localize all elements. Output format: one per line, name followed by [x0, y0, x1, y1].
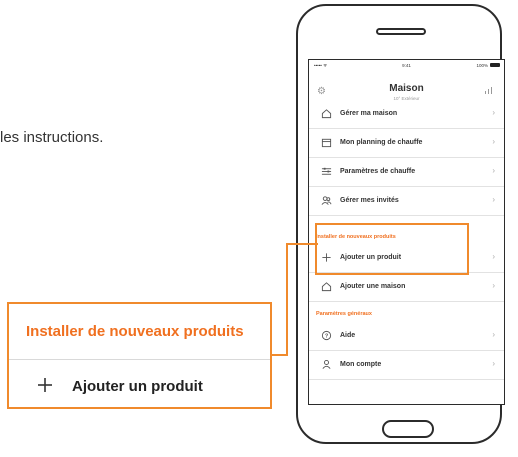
status-bar: ••••• ᯤ 9:41 100% [309, 60, 504, 72]
menu-item-label: Mon compte [340, 361, 382, 368]
chevron-right-icon: › [492, 108, 495, 117]
users-icon [321, 196, 332, 205]
menu-item-help[interactable]: ? Aide › [309, 322, 504, 351]
menu-item-manage-home[interactable]: Gérer ma maison › [309, 100, 504, 129]
user-icon [322, 360, 331, 369]
chevron-right-icon: › [492, 195, 495, 204]
menu-item-label: Gérer mes invités [340, 197, 399, 204]
chevron-right-icon: › [492, 252, 495, 261]
callout-add-product-label[interactable]: Ajouter un produit [72, 378, 203, 395]
menu-item-heating-settings[interactable]: Paramètres de chauffe › [309, 158, 504, 187]
chevron-right-icon: › [492, 137, 495, 146]
home-icon [321, 109, 332, 119]
menu-item-add-home[interactable]: Ajouter une maison › [309, 273, 504, 302]
menu-item-label: Aide [340, 332, 356, 339]
intro-text: les instructions. [0, 129, 104, 146]
status-time: 9:41 [402, 63, 411, 68]
menu-item-my-account[interactable]: Mon compte › [309, 351, 504, 380]
battery-percent: 100% [476, 63, 488, 68]
plus-icon [38, 378, 52, 392]
bar-chart-icon[interactable] [485, 87, 494, 94]
page-title: Maison [389, 83, 424, 94]
zoom-callout: Installer de nouveaux produits Ajouter u… [7, 302, 272, 409]
sliders-icon [321, 167, 332, 175]
phone-mockup: ••••• ᯤ 9:41 100% ⚙ Maison 10° Extérieur… [296, 4, 505, 444]
svg-text:?: ? [325, 334, 329, 340]
chevron-right-icon: › [492, 330, 495, 339]
section-header-general: Paramètres généraux [316, 311, 372, 317]
menu-item-label: Mon planning de chauffe [340, 139, 423, 146]
chevron-right-icon: › [492, 166, 495, 175]
divider [9, 359, 270, 360]
chevron-right-icon: › [492, 359, 495, 368]
callout-section-header: Installer de nouveaux produits [26, 323, 244, 340]
calendar-icon [321, 138, 332, 148]
help-icon: ? [321, 330, 332, 341]
menu-item-label: Gérer ma maison [340, 110, 398, 117]
phone-screen: ••••• ᯤ 9:41 100% ⚙ Maison 10° Extérieur… [308, 59, 505, 405]
phone-home-button [382, 420, 434, 438]
menu-item-heating-schedule[interactable]: Mon planning de chauffe › [309, 129, 504, 158]
battery-icon [490, 63, 500, 67]
menu-item-label: Ajouter une maison [340, 283, 406, 290]
home-icon [321, 282, 332, 292]
menu-item-label: Paramètres de chauffe [340, 168, 416, 175]
phone-speaker [376, 28, 426, 35]
menu-item-manage-guests[interactable]: Gérer mes invités › [309, 187, 504, 216]
chevron-right-icon: › [492, 281, 495, 290]
highlight-box [315, 223, 469, 275]
